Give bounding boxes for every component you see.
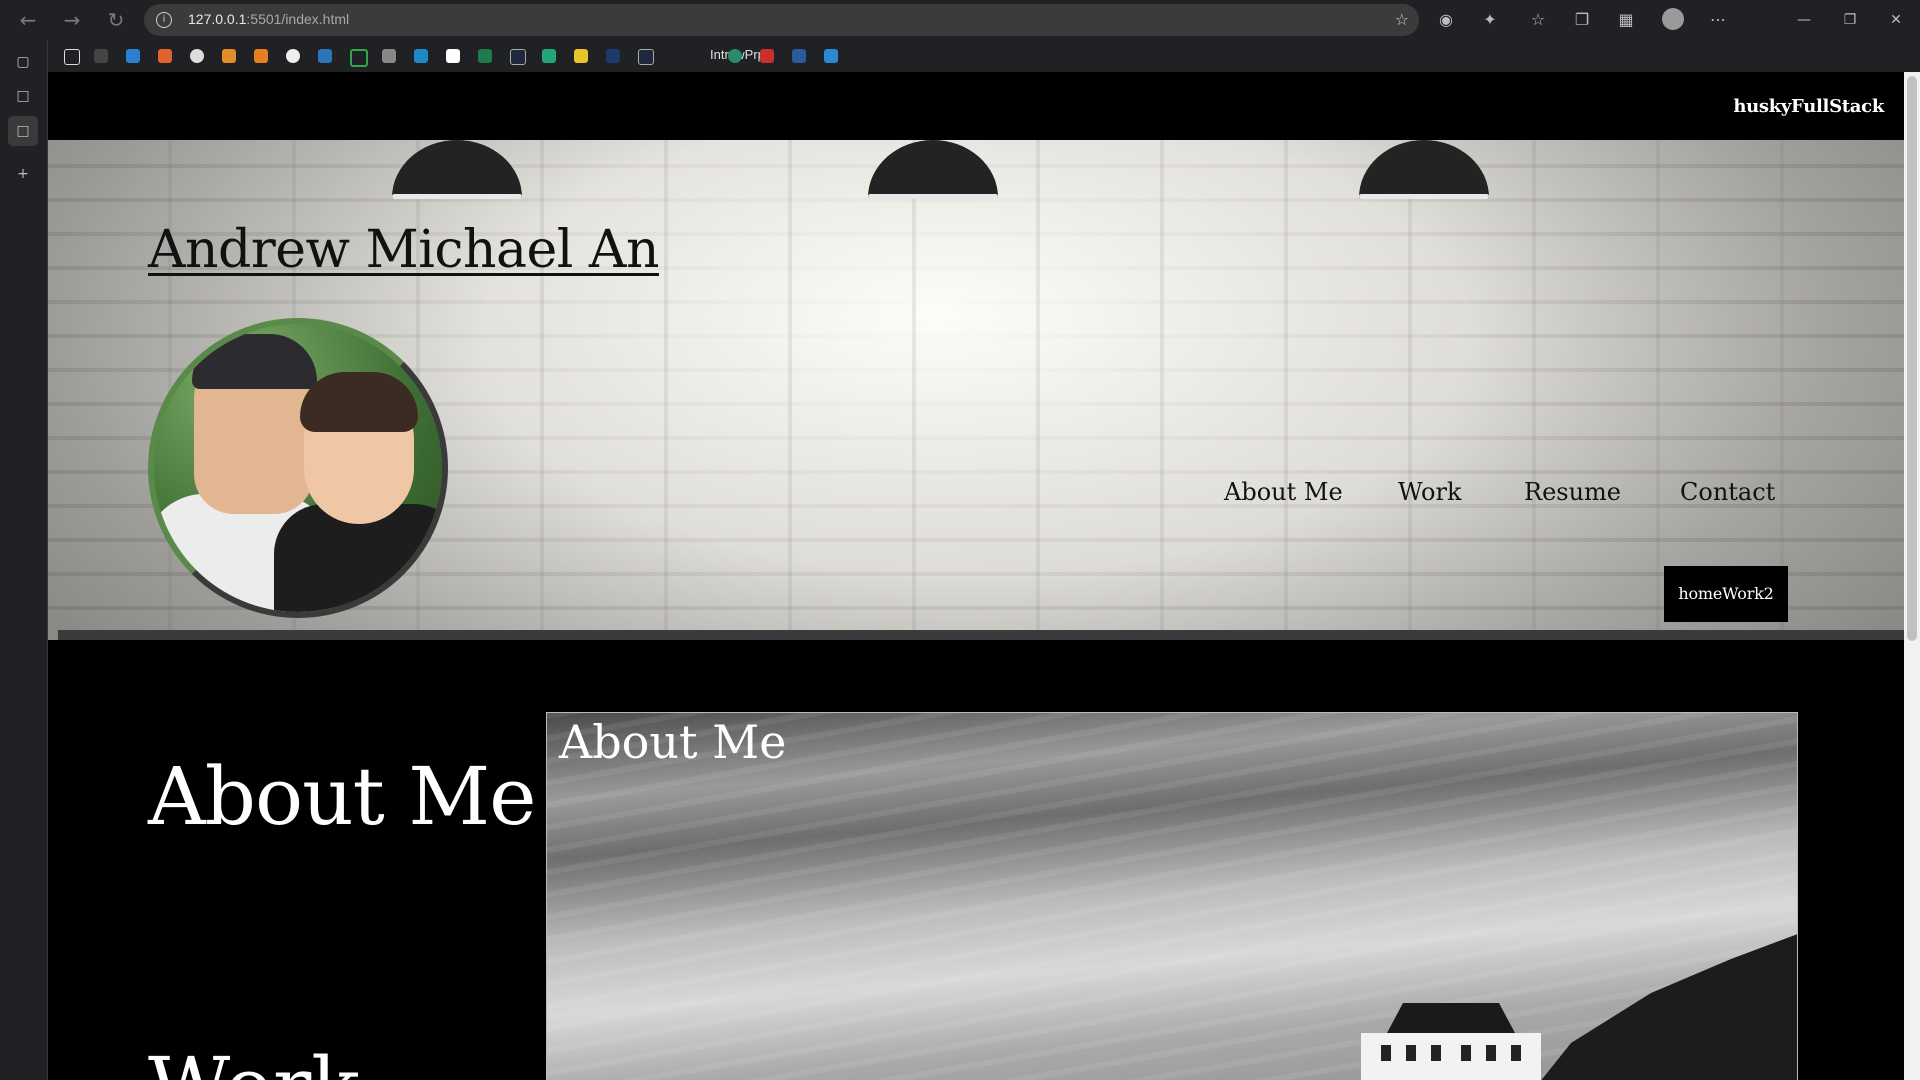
bookmark-icon[interactable] bbox=[382, 49, 396, 63]
sidebar-about-heading[interactable]: About Me bbox=[148, 750, 537, 843]
browser-titlebar: ← → ↻ i 127.0.0.1:5501/index.html ☆ ◉ ✦ … bbox=[0, 0, 1920, 40]
favorites-icon[interactable]: ☆ bbox=[1528, 10, 1548, 30]
homework2-button[interactable]: homeWork2 bbox=[1664, 566, 1788, 622]
house-window bbox=[1381, 1045, 1391, 1061]
bookmarks-bar: IntrvwPrp bbox=[48, 40, 1920, 72]
page-scrollbar[interactable] bbox=[1904, 72, 1920, 1080]
nav-contact[interactable]: Contact bbox=[1680, 478, 1775, 506]
info-icon[interactable]: i bbox=[156, 12, 172, 28]
bookmark-github-icon[interactable] bbox=[190, 49, 204, 63]
close-icon[interactable]: ✕ bbox=[1876, 8, 1916, 32]
house-window bbox=[1461, 1045, 1471, 1061]
bookmark-icon[interactable] bbox=[478, 49, 492, 63]
profile-photo bbox=[148, 318, 448, 618]
address-bar[interactable]: i 127.0.0.1:5501/index.html ☆ bbox=[144, 4, 1419, 36]
bookmark-stackoverflow-icon[interactable] bbox=[222, 49, 236, 63]
bookmark-icon[interactable] bbox=[760, 49, 774, 63]
url-path: :5501/index.html bbox=[246, 11, 350, 27]
sidebar-work-heading[interactable]: Work bbox=[148, 1040, 360, 1080]
bookmark-linkedin-icon[interactable] bbox=[318, 49, 332, 63]
page-viewport: huskyFullStack Andrew Michael An About M… bbox=[48, 72, 1904, 1080]
house-roof bbox=[1387, 1003, 1515, 1033]
bookmark-icon[interactable] bbox=[606, 49, 620, 63]
favorite-star-icon[interactable]: ☆ bbox=[1395, 10, 1409, 29]
house-window bbox=[1486, 1045, 1496, 1061]
forward-icon[interactable]: → bbox=[60, 8, 84, 32]
more-menu-icon[interactable]: ⋯ bbox=[1708, 10, 1728, 30]
tab-actions-icon[interactable]: ▢ bbox=[13, 52, 33, 72]
url-host: 127.0.0.1 bbox=[188, 11, 247, 27]
minimize-icon[interactable]: — bbox=[1784, 8, 1824, 32]
house-window bbox=[1406, 1045, 1416, 1061]
bookmark-icon[interactable] bbox=[446, 49, 460, 63]
bookmark-icon[interactable] bbox=[254, 49, 268, 63]
lamp-rim bbox=[1359, 194, 1489, 199]
hero-name-link[interactable]: Andrew Michael An bbox=[148, 220, 659, 280]
bookmark-gitlab-icon[interactable] bbox=[158, 49, 172, 63]
scrollbar-thumb[interactable] bbox=[1907, 76, 1917, 641]
photo-figure bbox=[300, 372, 418, 432]
nav-about-me[interactable]: About Me bbox=[1224, 478, 1343, 506]
collections-icon[interactable]: ❐ bbox=[1572, 10, 1592, 30]
site-brand[interactable]: huskyFullStack bbox=[1733, 96, 1884, 117]
extension-icon[interactable]: ◉ bbox=[1436, 10, 1456, 30]
new-tab-icon[interactable]: + bbox=[13, 164, 33, 184]
bookmark-icon[interactable] bbox=[728, 49, 742, 63]
bookmark-icon[interactable] bbox=[824, 49, 838, 63]
site-topbar: huskyFullStack bbox=[48, 72, 1904, 140]
nav-resume[interactable]: Resume bbox=[1524, 478, 1621, 506]
bookmark-icon[interactable] bbox=[94, 49, 108, 63]
bookmark-vscode-icon[interactable] bbox=[126, 49, 140, 63]
back-icon[interactable]: ← bbox=[16, 8, 40, 32]
lamp-rim bbox=[392, 194, 522, 199]
about-me-card[interactable]: About Me bbox=[546, 712, 1798, 1080]
hero-divider bbox=[58, 630, 1904, 640]
bookmark-icon[interactable] bbox=[510, 49, 526, 65]
tab-page-active-icon[interactable]: □ bbox=[8, 116, 38, 146]
house-window bbox=[1431, 1045, 1441, 1061]
puzzle-icon[interactable]: ✦ bbox=[1480, 10, 1500, 30]
bookmark-icon[interactable] bbox=[350, 49, 368, 67]
lamp-rim bbox=[868, 194, 998, 199]
tab-page-icon[interactable]: □ bbox=[13, 86, 33, 106]
nav-work[interactable]: Work bbox=[1398, 478, 1462, 506]
bookmark-icon[interactable] bbox=[286, 49, 300, 63]
bookmark-page-icon[interactable] bbox=[64, 49, 80, 65]
bookmark-icon[interactable] bbox=[638, 49, 654, 65]
bookmark-icon[interactable] bbox=[792, 49, 806, 63]
about-me-card-title: About Me bbox=[559, 715, 787, 769]
bookmark-icon[interactable] bbox=[414, 49, 428, 63]
lighthouse-house bbox=[1361, 983, 1541, 1080]
apps-icon[interactable]: ▦ bbox=[1616, 10, 1636, 30]
reload-icon[interactable]: ↻ bbox=[104, 8, 128, 32]
vertical-tabs: ▢ □ □ + bbox=[0, 40, 48, 1080]
bookmark-icon[interactable] bbox=[542, 49, 556, 63]
restore-icon[interactable]: ❐ bbox=[1830, 8, 1870, 32]
profile-avatar[interactable] bbox=[1662, 8, 1684, 30]
bookmark-js-icon[interactable] bbox=[574, 49, 588, 63]
house-window bbox=[1511, 1045, 1521, 1061]
main-content: About Me Work About Me bbox=[48, 640, 1904, 1080]
url-text[interactable]: 127.0.0.1:5501/index.html bbox=[188, 11, 349, 27]
hero-header: Andrew Michael An About Me Work Resume C… bbox=[48, 140, 1904, 640]
